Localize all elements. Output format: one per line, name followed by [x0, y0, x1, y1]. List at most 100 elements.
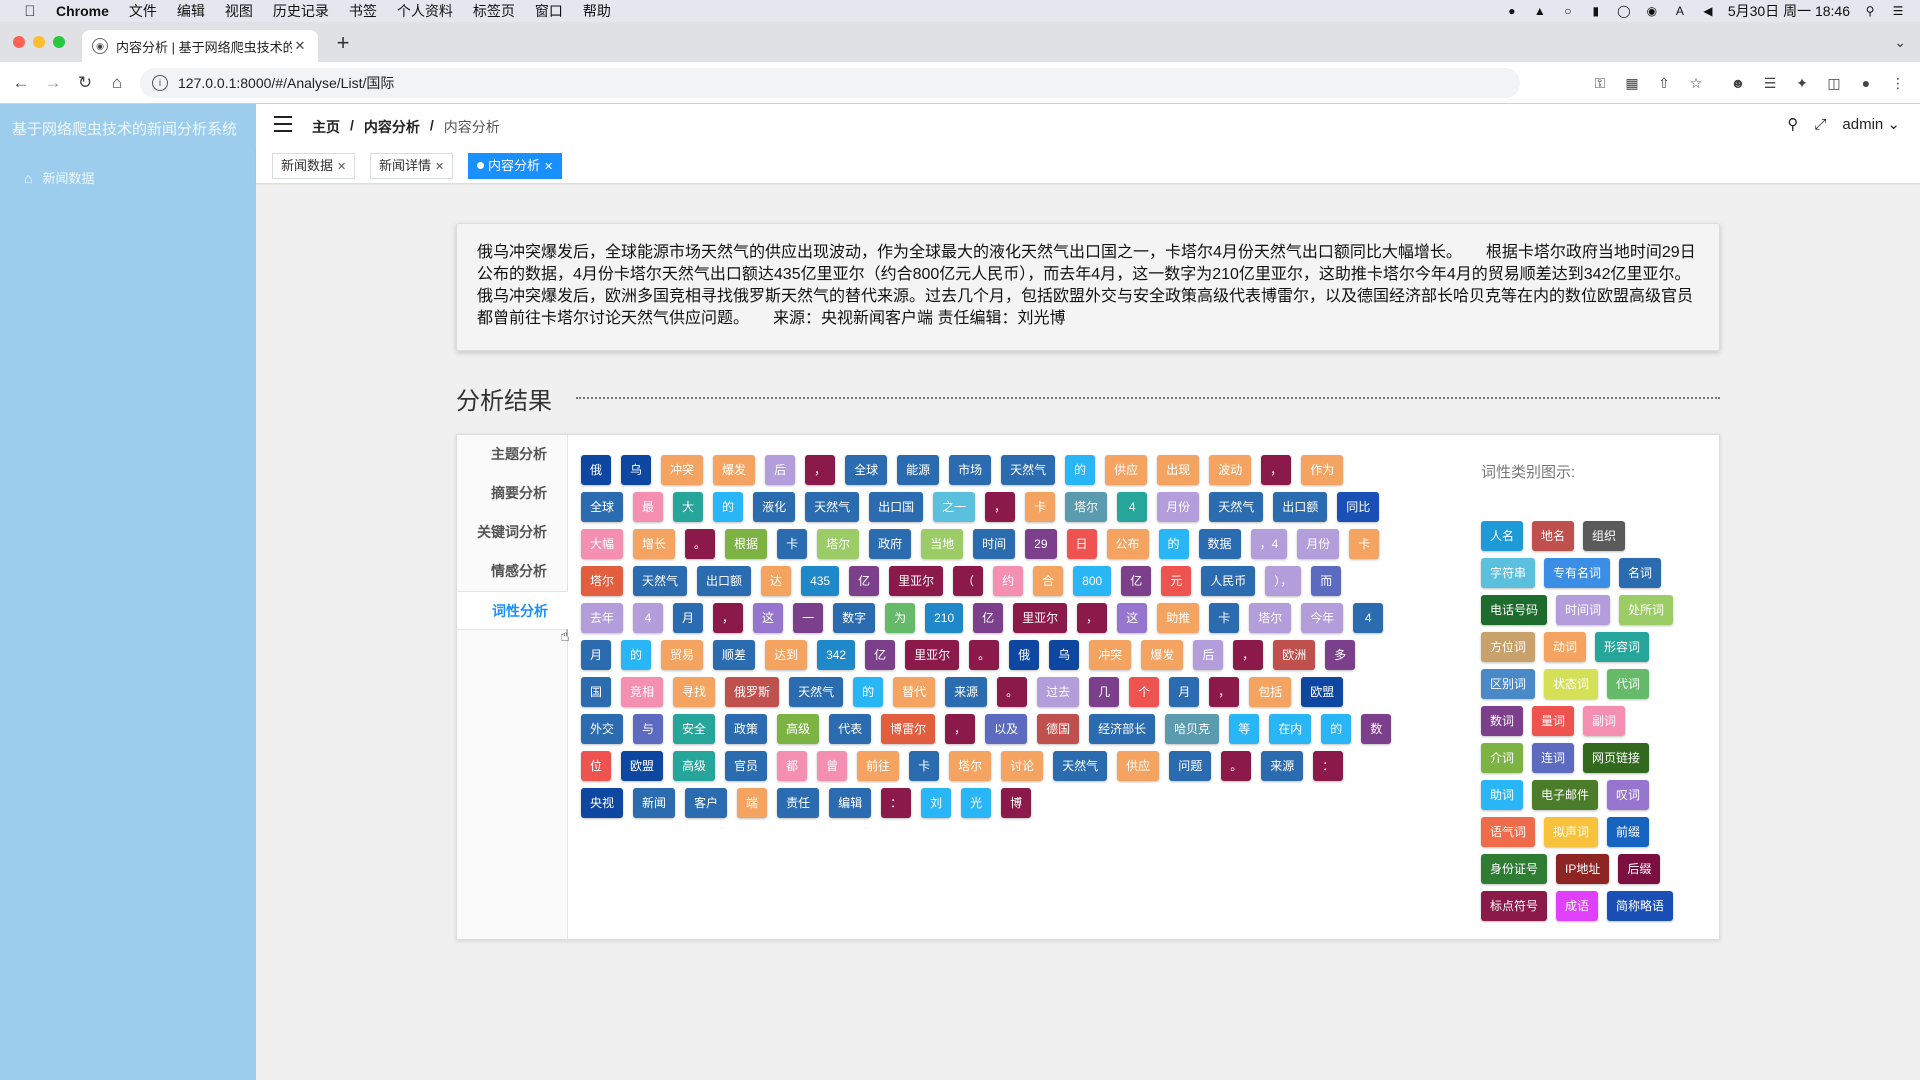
sidebar-item-label: 新闻数据 — [42, 171, 95, 186]
window-zoom-button[interactable] — [53, 36, 65, 48]
window-close-button[interactable] — [13, 36, 25, 48]
word-chip: 210 — [925, 603, 964, 633]
tab-keyword-analysis[interactable]: 关键词分析 — [457, 513, 567, 552]
breadcrumb-content-analysis[interactable]: 内容分析 — [364, 117, 420, 137]
extension-avatar-icon[interactable]: ☻ — [1728, 73, 1748, 93]
bookmark-star-icon[interactable]: ☆ — [1686, 73, 1706, 93]
menu-edit[interactable]: 编辑 — [177, 1, 205, 21]
analysis-panel: 主题分析 摘要分析 关键词分析 情感分析 词性分析 俄乌冲突 爆发后，全球 能源 市场… — [456, 434, 1720, 940]
address-bar[interactable]: i 127.0.0.1:8000/#/Analyse/List/国际 — [140, 68, 1520, 98]
menu-window[interactable]: 窗口 — [535, 1, 563, 21]
home-icon: ⌂ — [24, 169, 33, 186]
tag-news-detail[interactable]: 新闻详情 ✕ — [370, 153, 454, 179]
menu-help[interactable]: 帮助 — [583, 1, 611, 21]
legend-row: 数词 量词 副词 — [1481, 706, 1701, 736]
volume-icon[interactable]: ◀ — [1700, 3, 1716, 19]
more-vert-icon[interactable]: ⋮ — [1888, 73, 1908, 93]
pos-word-grid: 俄乌冲突 爆发后，全球 能源 市场 天然气的供应 出现 波动，作为 全球最大的液化 天然气 出口国… — [581, 455, 1461, 825]
word-chip: 在内 — [1269, 714, 1312, 744]
reload-icon[interactable]: ↻ — [74, 72, 96, 94]
word-chip: 竞相 — [621, 677, 664, 707]
word-chip: 欧盟 — [621, 751, 664, 781]
mountain-icon[interactable]: ▲ — [1532, 3, 1548, 19]
new-tab-button[interactable]: + — [330, 30, 356, 56]
word-chip: ）， — [1265, 566, 1302, 596]
menu-profiles[interactable]: 个人资料 — [397, 1, 453, 21]
menu-bookmarks[interactable]: 书签 — [349, 1, 377, 21]
tab-topic-analysis[interactable]: 主题分析 — [457, 435, 567, 474]
tab-close-icon[interactable]: ✕ — [292, 38, 308, 54]
input-method-icon[interactable]: A — [1672, 3, 1688, 19]
word-chip: 卡 — [1349, 529, 1380, 559]
control-center-icon[interactable]: ☰ — [1890, 3, 1906, 19]
breadcrumb-separator: / — [429, 117, 434, 133]
home-icon[interactable]: ⌂ — [106, 72, 128, 94]
translate-icon[interactable]: ▦ — [1622, 73, 1642, 93]
word-chip: 天然气 — [789, 677, 844, 707]
basketball-icon[interactable]: ◯ — [1616, 3, 1632, 19]
word-chip: 塔尔 — [949, 751, 992, 781]
word-chip: 责任 — [777, 788, 820, 818]
clock-text[interactable]: 5月30日 周一 18:46 — [1728, 1, 1850, 21]
word-chip: ， — [1261, 455, 1292, 485]
browser-tab[interactable]: ◉ 内容分析 | 基于网络爬虫技术的新 ✕ — [82, 30, 318, 62]
fullscreen-icon[interactable]: ⤢ — [1814, 116, 1826, 133]
legend-chip: 后缀 — [1618, 854, 1661, 884]
apple-icon[interactable]:  — [20, 3, 40, 20]
legend-chip: 网页链接 — [1583, 743, 1650, 773]
menu-file[interactable]: 文件 — [129, 1, 157, 21]
word-chip: 月 — [581, 640, 612, 670]
chat-bubble-icon[interactable]: ○ — [1560, 3, 1576, 19]
close-icon[interactable]: ✕ — [435, 161, 444, 173]
puzzle-icon[interactable]: ✦ — [1792, 73, 1812, 93]
word-chip: 数 — [1361, 714, 1392, 744]
chevron-down-icon[interactable]: ⌄ — [1894, 34, 1906, 51]
word-row: 月的贸易 顺差 达到 342 亿里亚尔。俄乌冲突 爆发后 ， 欧洲多 — [581, 640, 1461, 670]
section-header: 分析结果 — [456, 381, 1720, 416]
legend-chip: 形容词 — [1595, 632, 1650, 662]
browser-toolbar: ← → ↻ ⌂ i 127.0.0.1:8000/#/Analyse/List/… — [0, 62, 1920, 104]
share-icon[interactable]: ⇧ — [1654, 73, 1674, 93]
close-icon[interactable]: ✕ — [337, 161, 346, 173]
window-minimize-button[interactable] — [33, 36, 45, 48]
signal-bars-icon[interactable]: ▮ — [1588, 3, 1604, 19]
forward-arrow-icon[interactable]: → — [42, 72, 64, 94]
word-chip: 寻找 — [673, 677, 716, 707]
spotlight-search-icon[interactable]: ⚲ — [1862, 3, 1878, 19]
tab-sentiment-analysis[interactable]: 情感分析 — [457, 552, 567, 591]
tag-news-data[interactable]: 新闻数据 ✕ — [272, 153, 356, 179]
close-icon[interactable]: ✕ — [544, 161, 553, 173]
tag-content-analysis[interactable]: 内容分析 ✕ — [468, 153, 563, 179]
tab-pos-analysis[interactable]: 词性分析 — [457, 591, 568, 630]
word-chip: 。 — [1221, 751, 1252, 781]
hamburger-menu-icon[interactable] — [274, 116, 292, 132]
legend-chip: 数词 — [1481, 706, 1524, 736]
word-chip: 的 — [1065, 455, 1096, 485]
sidebar-item-news-data[interactable]: ⌂ 新闻数据 — [24, 168, 94, 187]
word-chip: 塔尔 — [1249, 603, 1292, 633]
wechat-icon[interactable]: ◉ — [1644, 3, 1660, 19]
extension-layers-icon[interactable]: ☰ — [1760, 73, 1780, 93]
breadcrumb-home[interactable]: 主页 — [312, 117, 340, 137]
menu-app-name[interactable]: Chrome — [56, 3, 109, 19]
tab-summary-analysis[interactable]: 摘要分析 — [457, 474, 567, 513]
word-chip: 卡 — [777, 529, 808, 559]
site-info-icon[interactable]: i — [152, 75, 168, 91]
record-icon[interactable]: ● — [1504, 3, 1520, 19]
word-chip: 问题 — [1169, 751, 1212, 781]
user-dropdown[interactable]: admin ⌄ — [1842, 115, 1900, 133]
word-chip: 一 — [793, 603, 824, 633]
back-arrow-icon[interactable]: ← — [10, 72, 32, 94]
menu-tabs[interactable]: 标签页 — [473, 1, 515, 21]
url-text[interactable]: 127.0.0.1:8000/#/Analyse/List/国际 — [178, 73, 394, 93]
menu-view[interactable]: 视图 — [225, 1, 253, 21]
profile-icon[interactable]: ● — [1856, 73, 1876, 93]
menu-history[interactable]: 历史记录 — [273, 1, 329, 21]
key-icon[interactable]: ⚿ — [1590, 73, 1610, 93]
word-chip: （ — [953, 566, 984, 596]
search-icon[interactable]: ⚲ — [1787, 115, 1798, 133]
word-chip: 政策 — [725, 714, 768, 744]
word-chip: 全球 — [581, 492, 624, 522]
side-panel-icon[interactable]: ◫ — [1824, 73, 1844, 93]
word-chip: 爆发 — [1141, 640, 1184, 670]
